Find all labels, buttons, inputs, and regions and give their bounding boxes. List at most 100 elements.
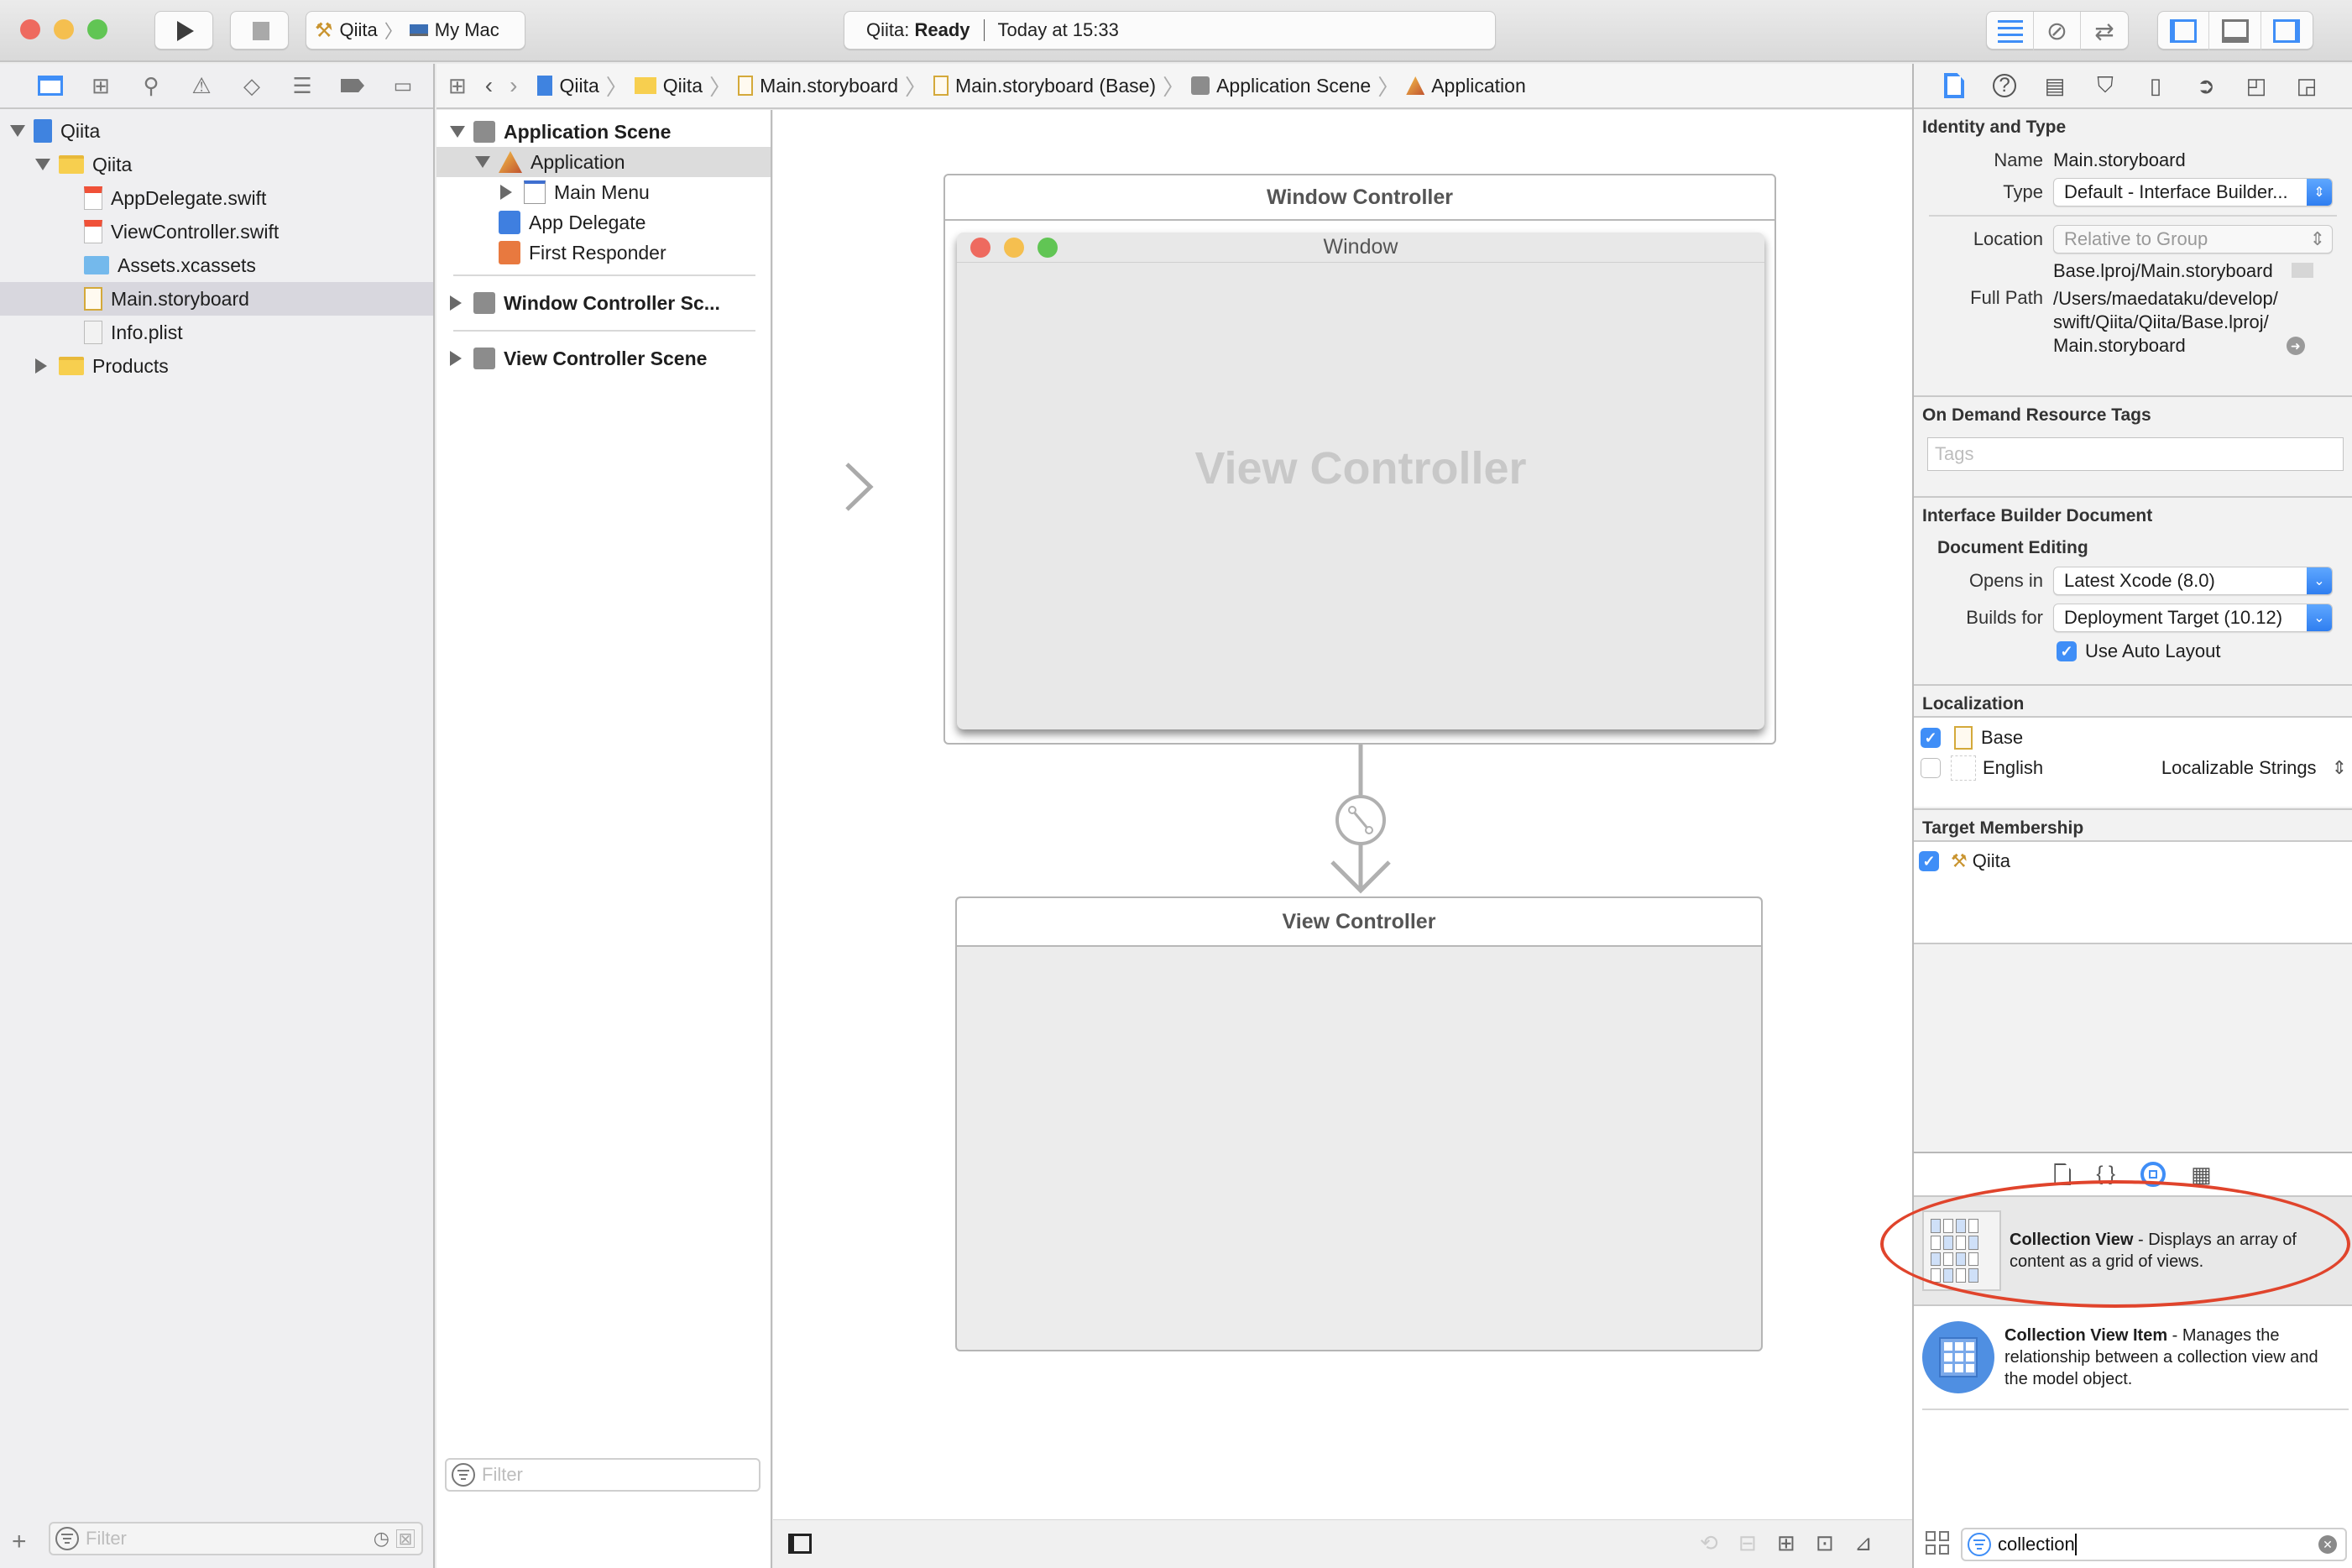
localization-type-popup[interactable]: Localizable Strings xyxy=(2161,757,2317,779)
file-tree-item[interactable]: ViewController.swift xyxy=(0,215,433,248)
outline-item[interactable]: Application xyxy=(436,147,771,177)
tab-code-snippet-library[interactable]: { } xyxy=(2096,1163,2115,1186)
assistant-editor-button[interactable]: ⊘ xyxy=(2034,12,2081,50)
stop-button[interactable] xyxy=(230,11,289,50)
tab-issue-navigator[interactable]: ⚠ xyxy=(176,73,227,99)
zoom-window-button[interactable] xyxy=(87,19,107,39)
tab-connections-inspector[interactable]: ➲ xyxy=(2181,73,2231,99)
tab-test-navigator[interactable]: ◇ xyxy=(227,73,277,99)
disclosure-triangle-closed-icon[interactable] xyxy=(500,185,524,200)
location-popup[interactable]: Relative to Group ⇕ xyxy=(2053,225,2333,253)
auto-layout-checkbox[interactable]: ✓ xyxy=(2057,641,2077,661)
utilities-toggle-button[interactable] xyxy=(2261,12,2313,50)
pin-icon[interactable]: ⊡ xyxy=(1816,1530,1834,1556)
file-tree-item[interactable]: Info.plist xyxy=(0,316,433,349)
type-popup[interactable]: Default - Interface Builder... ⇕ xyxy=(2053,178,2333,206)
file-tree-item[interactable]: AppDelegate.swift xyxy=(0,181,433,215)
tab-file-inspector[interactable] xyxy=(1929,73,1979,98)
tags-input[interactable]: Tags xyxy=(1927,437,2344,471)
disclosure-triangle-closed-icon[interactable] xyxy=(35,358,59,374)
window[interactable]: Window View Controller xyxy=(957,233,1764,729)
run-button[interactable] xyxy=(154,11,213,50)
disclosure-triangle-open-icon[interactable] xyxy=(35,159,59,170)
back-button[interactable]: ‹ xyxy=(485,72,493,99)
outline-item[interactable]: Window Controller Sc... xyxy=(436,288,771,318)
updown-chevron-icon[interactable]: ⇕ xyxy=(2332,757,2347,779)
document-outline-toggle-icon[interactable] xyxy=(788,1534,812,1554)
tab-attributes-inspector[interactable]: ⛉ xyxy=(2080,72,2130,99)
disclosure-triangle-closed-icon[interactable] xyxy=(450,295,473,311)
breadcrumb-item[interactable]: Main.storyboard xyxy=(738,75,898,97)
breadcrumb-item[interactable]: Application xyxy=(1406,75,1526,97)
tab-symbol-navigator[interactable]: ⊞ xyxy=(76,73,126,99)
storyboard-canvas[interactable]: Window Controller Window View Controller… xyxy=(773,110,1912,1519)
tab-media-library[interactable]: ▦ xyxy=(2191,1162,2212,1188)
embed-in-stack-icon[interactable]: ⊟ xyxy=(1738,1530,1757,1556)
disclosure-triangle-open-icon[interactable] xyxy=(475,156,499,168)
breadcrumb-item[interactable]: Qiita xyxy=(634,75,703,97)
outline-item[interactable]: Application Scene xyxy=(436,117,771,147)
window-controller-scene[interactable]: Window Controller Window View Controller xyxy=(943,174,1776,745)
name-field[interactable]: Main.storyboard xyxy=(2053,149,2186,171)
minimize-window-button[interactable] xyxy=(54,19,74,39)
navigator-toggle-button[interactable] xyxy=(2158,12,2210,50)
library-item-collection-view[interactable]: Collection View - Displays an array of c… xyxy=(1914,1197,2352,1306)
tab-bindings-inspector[interactable]: ◰ xyxy=(2231,73,2281,99)
outline-filter-field[interactable]: Filter xyxy=(445,1458,760,1492)
tab-project-navigator[interactable] xyxy=(25,76,76,96)
debug-area-toggle-button[interactable] xyxy=(2209,12,2261,50)
scheme-selector[interactable]: ⚒ Qiita 〉 My Mac xyxy=(306,11,525,50)
disclosure-triangle-open-icon[interactable] xyxy=(10,125,34,137)
tab-breakpoint-navigator[interactable] xyxy=(327,79,378,92)
localization-base-checkbox[interactable]: ✓ xyxy=(1921,728,1941,748)
library-search-field[interactable]: collection ✕ xyxy=(1961,1528,2347,1561)
standard-editor-button[interactable] xyxy=(1987,12,2034,50)
reveal-in-finder-icon[interactable]: ➜ xyxy=(2286,337,2305,355)
tab-object-library[interactable] xyxy=(2140,1162,2166,1187)
outline-item[interactable]: App Delegate xyxy=(436,207,771,238)
tab-file-template-library[interactable] xyxy=(2054,1163,2072,1185)
outline-item[interactable]: Main Menu xyxy=(436,177,771,207)
library-view-mode-icon[interactable] xyxy=(1926,1531,1949,1555)
choose-folder-icon[interactable] xyxy=(2291,263,2313,278)
breadcrumb-item[interactable]: Application Scene xyxy=(1191,75,1371,97)
breadcrumb-item[interactable]: Main.storyboard (Base) xyxy=(933,75,1156,97)
related-items-icon[interactable]: ⊞ xyxy=(448,73,467,99)
disclosure-triangle-open-icon[interactable] xyxy=(450,126,473,138)
forward-button[interactable]: › xyxy=(510,72,517,99)
tab-size-inspector[interactable]: ▯ xyxy=(2130,73,2181,99)
view-controller-scene[interactable]: View Controller xyxy=(955,896,1763,1351)
close-window-button[interactable] xyxy=(20,19,40,39)
relationship-segue[interactable] xyxy=(1327,745,1394,896)
tab-find-navigator[interactable]: ⚲ xyxy=(126,73,176,99)
file-tree-item[interactable]: Products xyxy=(0,349,433,383)
target-qiita-checkbox[interactable]: ✓ xyxy=(1919,851,1939,871)
resolve-issues-icon[interactable]: ⊿ xyxy=(1854,1530,1873,1556)
scm-filter-icon[interactable]: ⊠ xyxy=(396,1529,415,1549)
localization-english-checkbox[interactable] xyxy=(1921,758,1941,778)
update-frames-icon[interactable]: ⟲ xyxy=(1700,1530,1718,1556)
file-tree-item[interactable]: Main.storyboard xyxy=(0,282,433,316)
tab-report-navigator[interactable]: ▭ xyxy=(378,74,428,98)
outline-item[interactable]: View Controller Scene xyxy=(436,343,771,374)
builds-for-popup[interactable]: Deployment Target (10.12) ⌄ xyxy=(2053,604,2333,632)
library-item-collection-view-item[interactable]: Collection View Item - Manages the relat… xyxy=(1922,1306,2349,1410)
disclosure-triangle-closed-icon[interactable] xyxy=(450,351,473,366)
opens-in-popup[interactable]: Latest Xcode (8.0) ⌄ xyxy=(2053,567,2333,595)
file-tree-item[interactable]: Assets.xcassets xyxy=(0,248,433,282)
clear-search-icon[interactable]: ✕ xyxy=(2318,1535,2337,1554)
outline-item[interactable]: First Responder xyxy=(436,238,771,268)
tab-view-effects-inspector[interactable]: ◲ xyxy=(2281,73,2332,99)
navigator-filter-field[interactable]: Filter ◷ ⊠ xyxy=(49,1522,423,1555)
recent-files-clock-icon[interactable]: ◷ xyxy=(374,1528,389,1550)
standard-editor-icon xyxy=(1997,19,2023,43)
version-editor-button[interactable]: ⇄ xyxy=(2081,12,2128,50)
breadcrumb-item[interactable]: Qiita xyxy=(537,75,599,97)
tab-debug-navigator[interactable]: ☰ xyxy=(277,73,327,99)
tab-identity-inspector[interactable]: ▤ xyxy=(2030,73,2080,99)
tab-quick-help[interactable]: ? xyxy=(1979,74,2030,97)
align-icon[interactable]: ⊞ xyxy=(1777,1530,1795,1556)
file-tree-item[interactable]: Qiita xyxy=(0,114,433,148)
add-file-button[interactable]: + xyxy=(12,1528,27,1556)
file-tree-item[interactable]: Qiita xyxy=(0,148,433,181)
